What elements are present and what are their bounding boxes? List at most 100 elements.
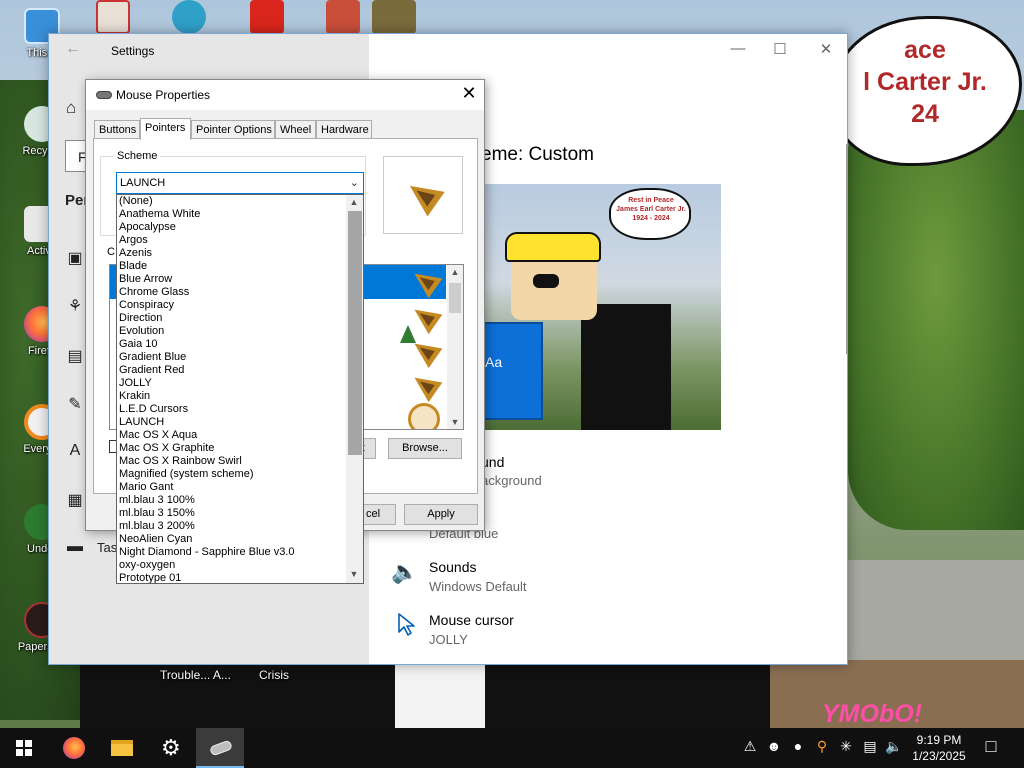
dropdown-scroll-thumb[interactable] xyxy=(348,211,362,455)
fonts-icon[interactable]: A xyxy=(65,442,85,460)
scheme-option[interactable]: ml.blau 3 150% xyxy=(119,507,195,520)
scroll-up-icon[interactable]: ▲ xyxy=(447,267,463,277)
background-image-icon[interactable]: ▣ xyxy=(65,248,85,268)
scheme-option[interactable]: Gradient Blue xyxy=(119,351,186,364)
game-icon[interactable] xyxy=(326,0,360,34)
scheme-option[interactable]: Night Diamond - Sapphire Blue v3.0 xyxy=(119,546,294,559)
droplet-tray-icon[interactable]: ● xyxy=(788,738,808,754)
scheme-option[interactable]: Gradient Red xyxy=(119,364,184,377)
scheme-option[interactable]: ml.blau 3 200% xyxy=(119,520,195,533)
clock-date: 1/23/2025 xyxy=(912,749,966,763)
scroll-thumb[interactable] xyxy=(449,283,461,313)
cursor-preview xyxy=(383,156,463,234)
tree-cursor-icon xyxy=(400,325,416,343)
taskbar-file-explorer[interactable] xyxy=(98,728,146,768)
scheme-combobox[interactable]: LAUNCH ⌄ xyxy=(116,172,364,194)
scroll-down-icon[interactable]: ▼ xyxy=(346,569,362,579)
scheme-option[interactable]: LAUNCH xyxy=(119,416,164,429)
theme-sounds-title[interactable]: Sounds xyxy=(429,559,476,575)
scheme-option[interactable]: Argos xyxy=(119,234,148,247)
theme-mouse-cursor-title[interactable]: Mouse cursor xyxy=(429,612,514,628)
wallpaper-watermark: YMObO! xyxy=(822,700,922,728)
desktop-icon-label[interactable]: Trouble... A... xyxy=(160,668,231,682)
search-tray-icon[interactable]: ⚲ xyxy=(812,738,832,755)
minimize-icon[interactable]: — xyxy=(715,40,761,57)
network-icon[interactable]: ▤ xyxy=(860,738,880,755)
scheme-option[interactable]: Direction xyxy=(119,312,162,325)
tab-wheel[interactable]: Wheel xyxy=(275,120,316,139)
scheme-option[interactable]: Mac OS X Graphite xyxy=(119,442,214,455)
scheme-option[interactable]: Magnified (system scheme) xyxy=(119,468,254,481)
scheme-option[interactable]: ml.blau 3 100% xyxy=(119,494,195,507)
scheme-option[interactable]: Conspiracy xyxy=(119,299,174,312)
taskbar-clock[interactable]: 9:19 PM 1/23/2025 xyxy=(908,732,970,764)
settings-scrollbar[interactable] xyxy=(846,144,847,354)
home-icon[interactable]: ⌂ xyxy=(66,98,76,118)
scheme-option[interactable]: Mac OS X Rainbow Swirl xyxy=(119,455,242,468)
theme-preview: Rest in Peace James Earl Carter Jr. 1924… xyxy=(481,184,721,430)
scheme-dropdown-list[interactable]: (None) Anathema White Apocalypse Argos A… xyxy=(116,194,364,584)
scheme-option[interactable]: Prototype 01 xyxy=(119,572,181,583)
scheme-option[interactable]: Krakin xyxy=(119,390,150,403)
desktop-icon-label[interactable]: Crisis xyxy=(259,668,289,682)
scheme-option[interactable]: L.E.D Cursors xyxy=(119,403,188,416)
close-icon[interactable]: ✕ xyxy=(454,83,484,104)
scroll-up-icon[interactable]: ▲ xyxy=(346,197,362,207)
scheme-option[interactable]: Evolution xyxy=(119,325,164,338)
scheme-option[interactable]: Mario Gant xyxy=(119,481,173,494)
sidebar-item-taskbar[interactable]: Tas xyxy=(97,540,117,555)
taskbar-icon[interactable]: ▬ xyxy=(65,538,85,556)
app-icon[interactable] xyxy=(96,0,130,34)
people-tray-icon[interactable]: ☻ xyxy=(764,738,784,754)
scheme-option[interactable]: Gaia 10 xyxy=(119,338,158,351)
close-icon[interactable]: ✕ xyxy=(803,40,847,58)
apply-button[interactable]: Apply xyxy=(404,504,478,525)
tab-pointer-options[interactable]: Pointer Options xyxy=(191,120,275,139)
dialog-title: Mouse Properties xyxy=(116,88,211,102)
start-button[interactable] xyxy=(0,728,48,768)
file-explorer-icon xyxy=(111,740,133,756)
scheme-option[interactable]: JOLLY xyxy=(119,377,152,390)
game-icon[interactable] xyxy=(372,0,416,34)
game-character-icon[interactable] xyxy=(172,0,206,34)
scheme-option[interactable]: Chrome Glass xyxy=(119,286,189,299)
scheme-option[interactable]: Blade xyxy=(119,260,147,273)
back-arrow-icon[interactable]: ← xyxy=(65,40,81,58)
colors-palette-icon[interactable]: ⚘ xyxy=(65,296,85,316)
start-icon[interactable]: ▦ xyxy=(65,490,85,510)
themes-icon[interactable]: ✎ xyxy=(65,394,85,414)
scheme-option[interactable]: Mac OS X Aqua xyxy=(119,429,197,442)
scheme-option[interactable]: NeoAlien Cyan xyxy=(119,533,192,546)
scroll-down-icon[interactable]: ▼ xyxy=(447,417,463,427)
scheme-option[interactable]: oxy-oxygen xyxy=(119,559,175,572)
maximize-icon[interactable]: ☐ xyxy=(757,40,803,58)
volume-icon[interactable]: 🔈 xyxy=(884,738,904,755)
preview-start-tiles xyxy=(481,322,543,420)
settings-gear-icon: ⚙ xyxy=(161,735,181,760)
dialog-titlebar: Mouse Properties ✕ xyxy=(86,80,484,110)
tab-buttons[interactable]: Buttons xyxy=(94,120,140,139)
tab-pointers[interactable]: Pointers xyxy=(140,118,191,140)
taskbar-firefox[interactable] xyxy=(50,728,98,768)
scheme-option[interactable]: (None) xyxy=(119,195,153,208)
chevron-down-icon[interactable]: ⌄ xyxy=(350,176,359,189)
security-tray-icon[interactable]: ⚠ xyxy=(740,738,760,755)
dropdown-scrollbar[interactable]: ▲ ▼ xyxy=(346,195,363,583)
taskbar-settings[interactable]: ⚙ xyxy=(148,728,196,768)
taskbar-mouse-properties[interactable] xyxy=(196,728,244,768)
lock-screen-icon[interactable]: ▤ xyxy=(65,346,85,366)
sparkle-tray-icon[interactable]: ✳ xyxy=(836,738,856,755)
scheme-option[interactable]: Azenis xyxy=(119,247,152,260)
theme-sounds-value: Windows Default xyxy=(429,579,527,594)
scheme-option[interactable]: Blue Arrow xyxy=(119,273,172,286)
scheme-option[interactable]: Apocalypse xyxy=(119,221,176,234)
notification-center-icon[interactable]: □ xyxy=(976,736,1006,757)
browse-button[interactable]: Browse... xyxy=(388,438,462,459)
windows-logo-icon xyxy=(16,740,32,756)
wallpaper-shirt xyxy=(395,665,485,728)
scheme-option[interactable]: Anathema White xyxy=(119,208,200,221)
mcdonalds-icon[interactable] xyxy=(250,0,284,34)
tab-hardware[interactable]: Hardware xyxy=(316,120,372,139)
pointer-list-scrollbar[interactable]: ▲ ▼ xyxy=(447,265,463,429)
cursor-preview-icon xyxy=(401,173,445,217)
